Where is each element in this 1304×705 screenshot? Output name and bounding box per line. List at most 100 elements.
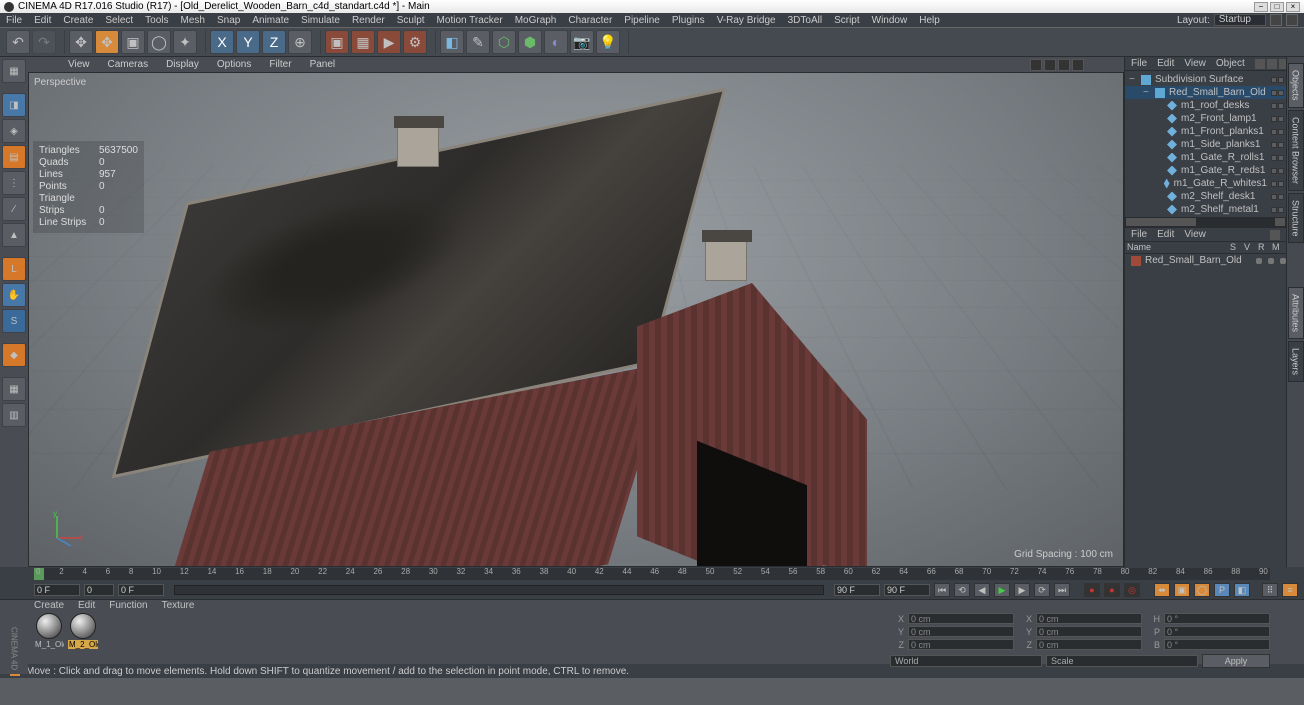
tl-cur-field[interactable]: 0 [84,584,114,596]
pos-x[interactable]: 0 cm [908,613,1014,624]
size-y[interactable]: 0 cm [1036,626,1142,637]
add-deformer[interactable]: ⬢ [518,30,542,54]
polygon-mode[interactable]: ▲ [2,223,26,247]
tree-item[interactable]: m1_Gate_R_reds1 [1125,164,1286,177]
go-end[interactable]: ⏭ [1054,583,1070,597]
menu-select[interactable]: Select [105,15,133,26]
make-editable[interactable]: ▦ [2,59,26,83]
render-region[interactable]: ▦ [351,30,375,54]
viewmenu-view[interactable]: View [68,59,90,70]
filter-icon[interactable] [1267,59,1277,69]
tree-item[interactable]: −Subdivision Surface [1125,73,1286,86]
rot-h[interactable]: 0 ° [1164,613,1270,624]
tree-item[interactable]: m2_Shelf_metal1 [1125,203,1286,216]
panel-icon[interactable] [1270,230,1280,240]
tree-item[interactable]: m1_Side_planks1 [1125,138,1286,151]
layer-list[interactable]: Red_Small_Barn_Old [1125,254,1286,567]
tree-item[interactable]: m1_Gate_R_rolls1 [1125,151,1286,164]
menu-motion-tracker[interactable]: Motion Tracker [437,15,503,26]
tab-attributes[interactable]: Attributes [1288,287,1304,339]
redo-button[interactable]: ↷ [32,30,56,54]
add-pen[interactable]: ✎ [466,30,490,54]
tl-end2-field[interactable]: 90 F [884,584,930,596]
matmenu-create[interactable]: Create [34,600,64,611]
layer-menu-view[interactable]: View [1184,229,1206,240]
tab-objects[interactable]: Objects [1288,63,1304,108]
timeline-scrub[interactable] [174,585,824,595]
undo-button[interactable]: ↶ [6,30,30,54]
viewmenu-cameras[interactable]: Cameras [108,59,149,70]
tweak-mode[interactable]: ✋ [2,283,26,307]
objmgr-menu-file[interactable]: File [1131,58,1147,69]
record-key[interactable]: ● [1084,583,1100,597]
menu-script[interactable]: Script [834,15,860,26]
tree-item[interactable]: m2_Front_lamp1 [1125,112,1286,125]
play[interactable]: ▶ [994,583,1010,597]
vp-nav-icon[interactable] [1044,59,1056,71]
rotate-tool[interactable]: ◯ [147,30,171,54]
objmgr-menu-view[interactable]: View [1184,58,1206,69]
key-param[interactable]: P [1214,583,1230,597]
vp-nav-icon[interactable] [1030,59,1042,71]
edge-mode[interactable]: ∕ [2,197,26,221]
viewmenu-options[interactable]: Options [217,59,251,70]
key-opts-1[interactable]: ⠿ [1262,583,1278,597]
z-axis-lock[interactable]: Z [262,30,286,54]
material-item[interactable]: M_2_Old [68,613,98,668]
pos-z[interactable]: 0 cm [908,639,1014,650]
menu-animate[interactable]: Animate [252,15,289,26]
tl-cur2-field[interactable]: 0 F [118,584,164,596]
menu-mograph[interactable]: MoGraph [515,15,557,26]
matmenu-texture[interactable]: Texture [162,600,195,611]
layout-dropdown[interactable]: Startup [1214,14,1266,26]
layer-color-swatch[interactable] [1131,256,1141,266]
recent-tool[interactable]: ✦ [173,30,197,54]
layer-flag[interactable] [1256,258,1262,264]
axis-mode[interactable]: L [2,257,26,281]
menu-plugins[interactable]: Plugins [672,15,705,26]
menu-window[interactable]: Window [872,15,908,26]
layer-menu-file[interactable]: File [1131,229,1147,240]
coord-scale-dropdown[interactable]: Scale [1046,655,1198,667]
vp-nav-icon[interactable] [1058,59,1070,71]
coord-system[interactable]: ⊕ [288,30,312,54]
key-pla[interactable]: ◧ [1234,583,1250,597]
snap-toggle[interactable]: S [2,309,26,333]
objmgr-menu-object[interactable]: Object [1216,58,1245,69]
menu-pipeline[interactable]: Pipeline [624,15,660,26]
menu-tools[interactable]: Tools [145,15,168,26]
minimize-button[interactable]: − [1254,2,1268,12]
close-button[interactable]: × [1286,2,1300,12]
layout-config-icon-2[interactable] [1286,14,1298,26]
next-frame[interactable]: ▶ [1014,583,1030,597]
add-generator[interactable]: ⬡ [492,30,516,54]
tl-end-field[interactable]: 90 F [834,584,880,596]
apply-button[interactable]: Apply [1202,654,1270,668]
menu-render[interactable]: Render [352,15,385,26]
menu-v-ray-bridge[interactable]: V-Ray Bridge [717,15,776,26]
x-axis-lock[interactable]: X [210,30,234,54]
prev-frame[interactable]: ◀ [974,583,990,597]
layer-menu-edit[interactable]: Edit [1157,229,1174,240]
material-item[interactable]: M_1_Old [34,613,64,668]
step-fwd[interactable]: ⟳ [1034,583,1050,597]
menu-edit[interactable]: Edit [34,15,51,26]
layout-config-icon[interactable] [1270,14,1282,26]
menu-file[interactable]: File [6,15,22,26]
tab-structure[interactable]: Structure [1288,193,1304,244]
render-picture[interactable]: ▶ [377,30,401,54]
menu-sculpt[interactable]: Sculpt [397,15,425,26]
y-axis-lock[interactable]: Y [236,30,260,54]
tree-item[interactable]: m1_Gate_R_whites1 [1125,177,1286,190]
texture-mode[interactable]: ◈ [2,119,26,143]
model-mode[interactable]: ◨ [2,93,26,117]
go-start[interactable]: ⏮ [934,583,950,597]
menu-snap[interactable]: Snap [217,15,240,26]
key-scale[interactable]: ▣ [1174,583,1190,597]
tree-scrollbar[interactable] [1125,217,1286,227]
size-z[interactable]: 0 cm [1036,639,1142,650]
tree-item[interactable]: m2_Shelf_desk1 [1125,190,1286,203]
menu-help[interactable]: Help [919,15,940,26]
vp-nav-icon[interactable] [1072,59,1084,71]
viewmenu-panel[interactable]: Panel [310,59,336,70]
